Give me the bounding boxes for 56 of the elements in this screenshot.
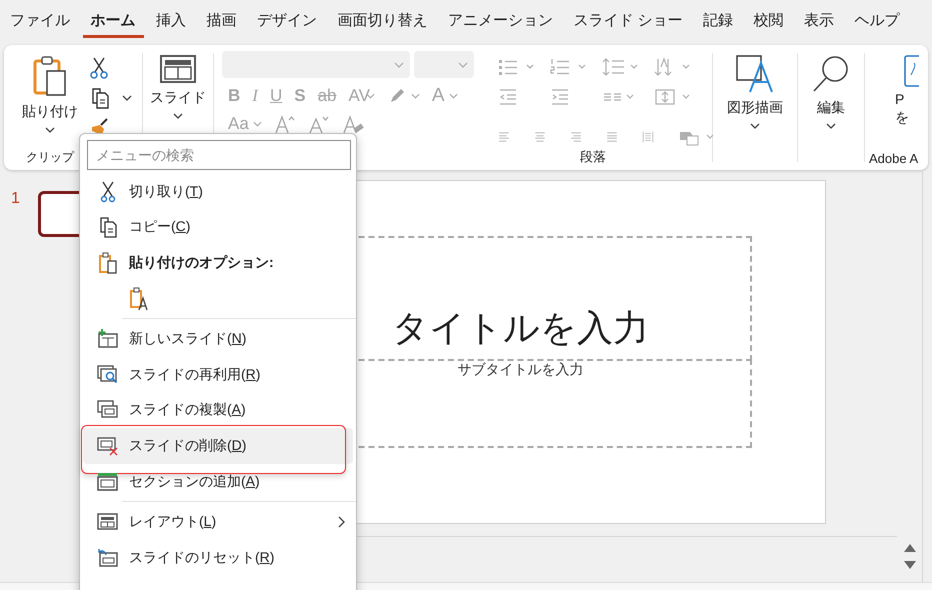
- ribbon-tab[interactable]: デザイン: [249, 5, 325, 38]
- pdf-icon: [903, 55, 919, 89]
- reset-slide-icon: [97, 548, 119, 568]
- caret-icon: [750, 123, 760, 129]
- group-label: 段落: [580, 148, 606, 166]
- ribbon-tab[interactable]: 記録: [695, 5, 742, 38]
- new-slide-icon: [97, 329, 119, 350]
- ribbon-tab[interactable]: 挿入: [148, 5, 194, 38]
- menu-item[interactable]: スライドの削除(D): [83, 428, 353, 464]
- slide-number: 1: [11, 190, 20, 208]
- caret-icon: [394, 62, 404, 68]
- create-pdf-button[interactable]: P を: [895, 51, 919, 131]
- menu-item[interactable]: 切り取り(T): [83, 174, 353, 210]
- ribbon-tab[interactable]: アニメーション: [440, 5, 561, 38]
- ribbon-tab[interactable]: ホーム: [82, 5, 144, 38]
- search-icon: [812, 55, 850, 93]
- scroll-down-icon[interactable]: [904, 561, 916, 570]
- scroll-up-icon[interactable]: [904, 543, 916, 552]
- ribbon-tab[interactable]: 校閲: [746, 5, 792, 38]
- delete-slide-icon: [97, 436, 119, 456]
- shapes-icon: [736, 55, 774, 93]
- title-text: タイトルを入力: [392, 306, 649, 350]
- new-slide-button[interactable]: スライド: [146, 51, 210, 123]
- caret-icon: [826, 123, 836, 129]
- menu-search-field[interactable]: メニューの検索: [87, 140, 351, 170]
- menu-item[interactable]: セクションの追加(A): [83, 464, 353, 500]
- duplicate-slide-icon: [97, 400, 119, 420]
- caret-icon: [173, 113, 183, 119]
- menu-item[interactable]: スライドのリセット(R): [83, 540, 353, 576]
- group-label: クリップ: [26, 149, 74, 166]
- ribbon-tab[interactable]: 描画: [198, 5, 244, 38]
- ribbon-tab[interactable]: 表示: [796, 5, 842, 38]
- ribbon-tab[interactable]: 画面切り替え: [330, 5, 436, 38]
- clipboard-icon: [97, 252, 119, 274]
- paste-button[interactable]: 貼り付け: [18, 51, 82, 137]
- editing-button[interactable]: 編集: [808, 51, 854, 133]
- caret-icon: [458, 62, 468, 68]
- subtitle-text: サブタイトルを入力: [458, 361, 584, 379]
- scissors-icon[interactable]: [90, 57, 108, 79]
- ribbon-tab[interactable]: ヘルプ: [846, 5, 908, 38]
- group-label: Adobe A: [869, 151, 918, 166]
- layout-icon: [160, 55, 196, 83]
- menu-section-header: 貼り付けのオプション:: [129, 254, 274, 272]
- shapes-button[interactable]: 図形描画: [723, 51, 787, 133]
- ribbon-tab[interactable]: スライド ショー: [566, 5, 691, 38]
- layout-icon: [97, 512, 119, 532]
- caret-icon: [45, 127, 55, 133]
- format-painter-icon[interactable]: [90, 117, 110, 135]
- menu-item[interactable]: レイアウト(L): [83, 504, 353, 540]
- chevron-right-icon: [338, 516, 345, 528]
- section-icon: [97, 472, 119, 492]
- ribbon-tab[interactable]: ファイル: [2, 5, 78, 38]
- clipboard-icon: [31, 55, 69, 97]
- caret-icon[interactable]: [122, 95, 132, 101]
- reuse-slide-icon: [97, 364, 119, 385]
- copy-icon[interactable]: [90, 87, 110, 109]
